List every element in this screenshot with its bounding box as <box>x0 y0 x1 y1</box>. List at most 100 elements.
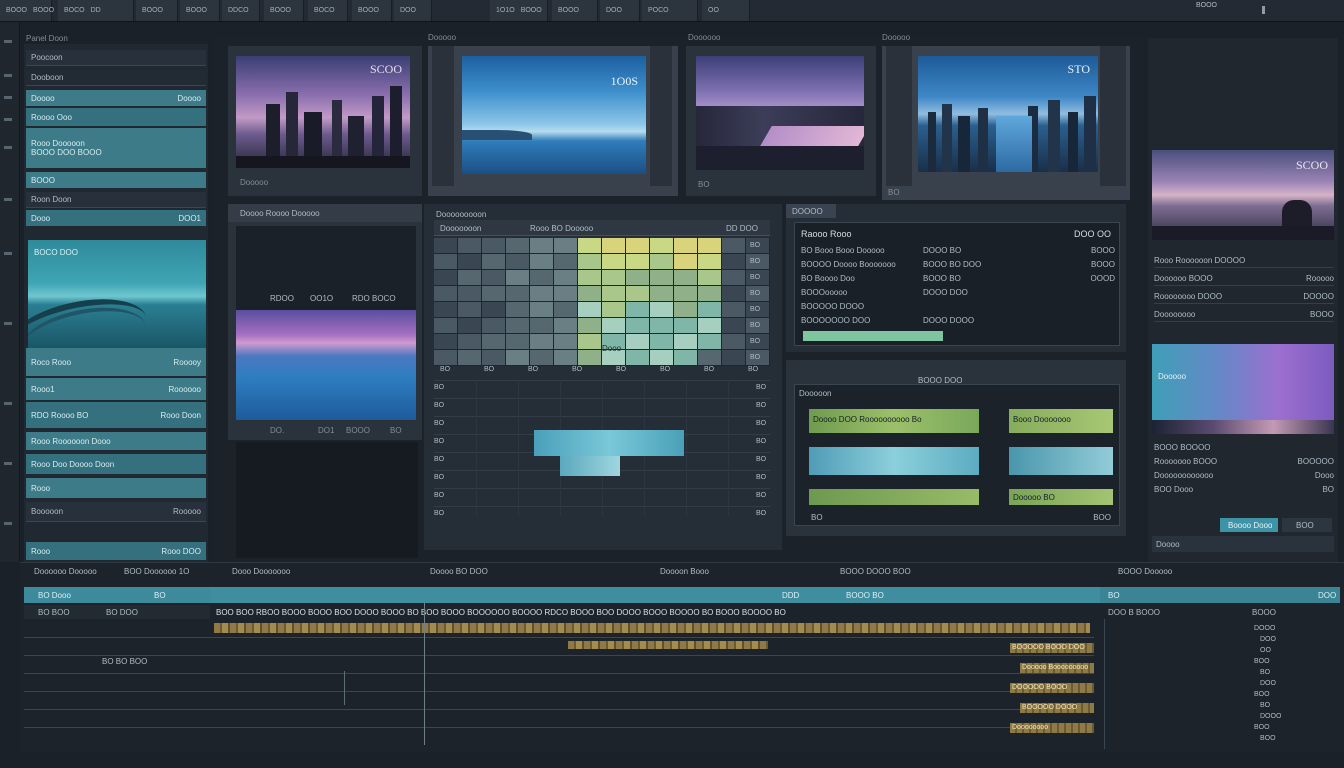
grid-cell[interactable] <box>650 318 673 333</box>
grid-cell[interactable] <box>698 286 721 301</box>
grid-cell[interactable] <box>674 318 697 333</box>
grid-cell[interactable] <box>458 286 481 301</box>
playhead[interactable] <box>424 603 425 745</box>
grid-cell[interactable] <box>626 302 649 317</box>
grid-cell[interactable] <box>626 334 649 349</box>
rail-icon[interactable] <box>4 146 12 149</box>
list-item[interactable]: Roooooooo DOOO DOOOO <box>1154 290 1334 304</box>
clip-marker[interactable]: DOOOOO BOOO <box>1010 683 1094 693</box>
grid-cell[interactable] <box>722 286 745 301</box>
grid-cell[interactable] <box>458 238 481 253</box>
list-item[interactable]: Doooooooooooo Dooo <box>1154 470 1334 482</box>
rail-icon[interactable] <box>4 118 12 121</box>
list-item[interactable]: Rooooooo BOOO BOOOOO <box>1154 456 1334 468</box>
grid-cell[interactable] <box>698 334 721 349</box>
list-item[interactable]: Rooo Roooooon DOOOO <box>1154 254 1334 268</box>
clip-thumbnail[interactable]: SCOO <box>1152 150 1334 240</box>
list-item[interactable]: Roco Rooo Rooooy <box>26 348 206 376</box>
list-item[interactable]: Booooon Rooooo <box>26 502 206 522</box>
list-item[interactable]: Doooooo BOOO Rooooo <box>1154 272 1334 286</box>
grid-cell[interactable] <box>674 302 697 317</box>
list-item[interactable]: Roon Doon <box>26 192 206 208</box>
reference-viewer[interactable]: BO <box>686 46 876 196</box>
grid-cell[interactable] <box>626 318 649 333</box>
track-bar[interactable]: Dooooo BO <box>1009 489 1113 505</box>
grid-cell[interactable] <box>506 318 529 333</box>
selection-block[interactable] <box>560 456 620 476</box>
grid-cell[interactable] <box>650 254 673 269</box>
grid-cell[interactable] <box>434 286 457 301</box>
grid-cell[interactable] <box>434 254 457 269</box>
track-bar[interactable] <box>809 447 979 475</box>
grid-cell[interactable] <box>698 302 721 317</box>
rail-icon[interactable] <box>4 198 12 201</box>
grid-cell[interactable] <box>434 318 457 333</box>
toolbar-mid-4[interactable]: POCO <box>642 0 698 21</box>
rail-icon[interactable] <box>4 40 12 43</box>
grid-cell[interactable] <box>530 286 553 301</box>
grid-cell[interactable] <box>578 254 601 269</box>
track-1[interactable]: BOO BOO RBOO BOOO BOOO BOO DOOO BOOO BO … <box>214 605 1094 619</box>
grid-cell[interactable] <box>722 350 745 365</box>
grid-cell[interactable] <box>554 270 577 285</box>
grid-cell[interactable] <box>554 286 577 301</box>
grid-cell[interactable] <box>458 350 481 365</box>
list-item[interactable]: Dooo DOO1 <box>26 210 206 226</box>
toolbar-mid-2[interactable]: BOOO <box>552 0 598 21</box>
grid-cell[interactable] <box>698 238 721 253</box>
rail-icon[interactable] <box>4 402 12 405</box>
list-item[interactable]: BOO Dooo BO <box>1154 484 1334 496</box>
grid-cell[interactable] <box>650 334 673 349</box>
grid-cell[interactable] <box>578 334 601 349</box>
grid-cell[interactable] <box>506 254 529 269</box>
grid-cell[interactable] <box>674 254 697 269</box>
grid-cell[interactable] <box>626 254 649 269</box>
grid-cell[interactable] <box>434 350 457 365</box>
table-row[interactable]: BOOOO Doooo Booooooo BOOO BO DOO BOOO <box>801 259 1115 271</box>
grid-cell[interactable] <box>674 286 697 301</box>
rail-icon[interactable] <box>4 462 12 465</box>
list-item[interactable]: BOOO <box>26 172 206 188</box>
selection-block[interactable] <box>534 430 684 456</box>
list-item[interactable]: Rooo Dooooon BOOO DOO BOOO <box>26 128 206 168</box>
grid-cell[interactable] <box>626 350 649 365</box>
grid-cell[interactable] <box>482 286 505 301</box>
grid-cell[interactable] <box>554 334 577 349</box>
grid-cell[interactable] <box>482 302 505 317</box>
grid-cell[interactable] <box>458 302 481 317</box>
track-bar[interactable] <box>809 489 979 505</box>
grid-cell[interactable] <box>674 238 697 253</box>
list-item[interactable]: Rooo Doo Doooo Doon <box>26 454 206 474</box>
toolbar-group-7[interactable]: BOCO <box>308 0 348 21</box>
grid-cell[interactable] <box>530 302 553 317</box>
grid-cell[interactable] <box>578 286 601 301</box>
grid-cell[interactable] <box>722 254 745 269</box>
toolbar-mid-3[interactable]: DOO <box>600 0 640 21</box>
grid-cell[interactable] <box>650 238 673 253</box>
list-item[interactable]: Poocoon <box>26 50 206 66</box>
rail-icon[interactable] <box>4 522 12 525</box>
toolbar-group-3[interactable]: BOOO <box>136 0 178 21</box>
list-item[interactable]: Rooo Roooooon Dooo <box>26 432 206 450</box>
toolbar-right[interactable]: BOOO <box>1196 0 1248 10</box>
grid-cell[interactable] <box>602 270 625 285</box>
grid-cell[interactable] <box>458 254 481 269</box>
track-bar[interactable]: Booo Dooooooo <box>1009 409 1113 433</box>
grid-cell[interactable] <box>722 318 745 333</box>
grid-cell[interactable] <box>554 254 577 269</box>
grid-cell[interactable] <box>482 238 505 253</box>
list-item[interactable]: Dooboon <box>26 70 206 86</box>
grid-cell[interactable] <box>506 286 529 301</box>
grid-cell[interactable] <box>602 302 625 317</box>
source-viewer[interactable]: SCOO Dooooo <box>228 46 422 196</box>
grid-cell[interactable] <box>602 238 625 253</box>
grid-cell[interactable] <box>434 302 457 317</box>
grid-cell[interactable] <box>482 318 505 333</box>
grid-cell[interactable] <box>554 302 577 317</box>
grid-cell[interactable] <box>602 254 625 269</box>
grid-cell[interactable] <box>698 318 721 333</box>
list-item[interactable]: Doooo Doooo <box>26 90 206 106</box>
track-bar[interactable] <box>1009 447 1113 475</box>
table-row[interactable]: BOOOOO DOOO <box>801 301 1115 313</box>
grid-cell[interactable] <box>506 334 529 349</box>
